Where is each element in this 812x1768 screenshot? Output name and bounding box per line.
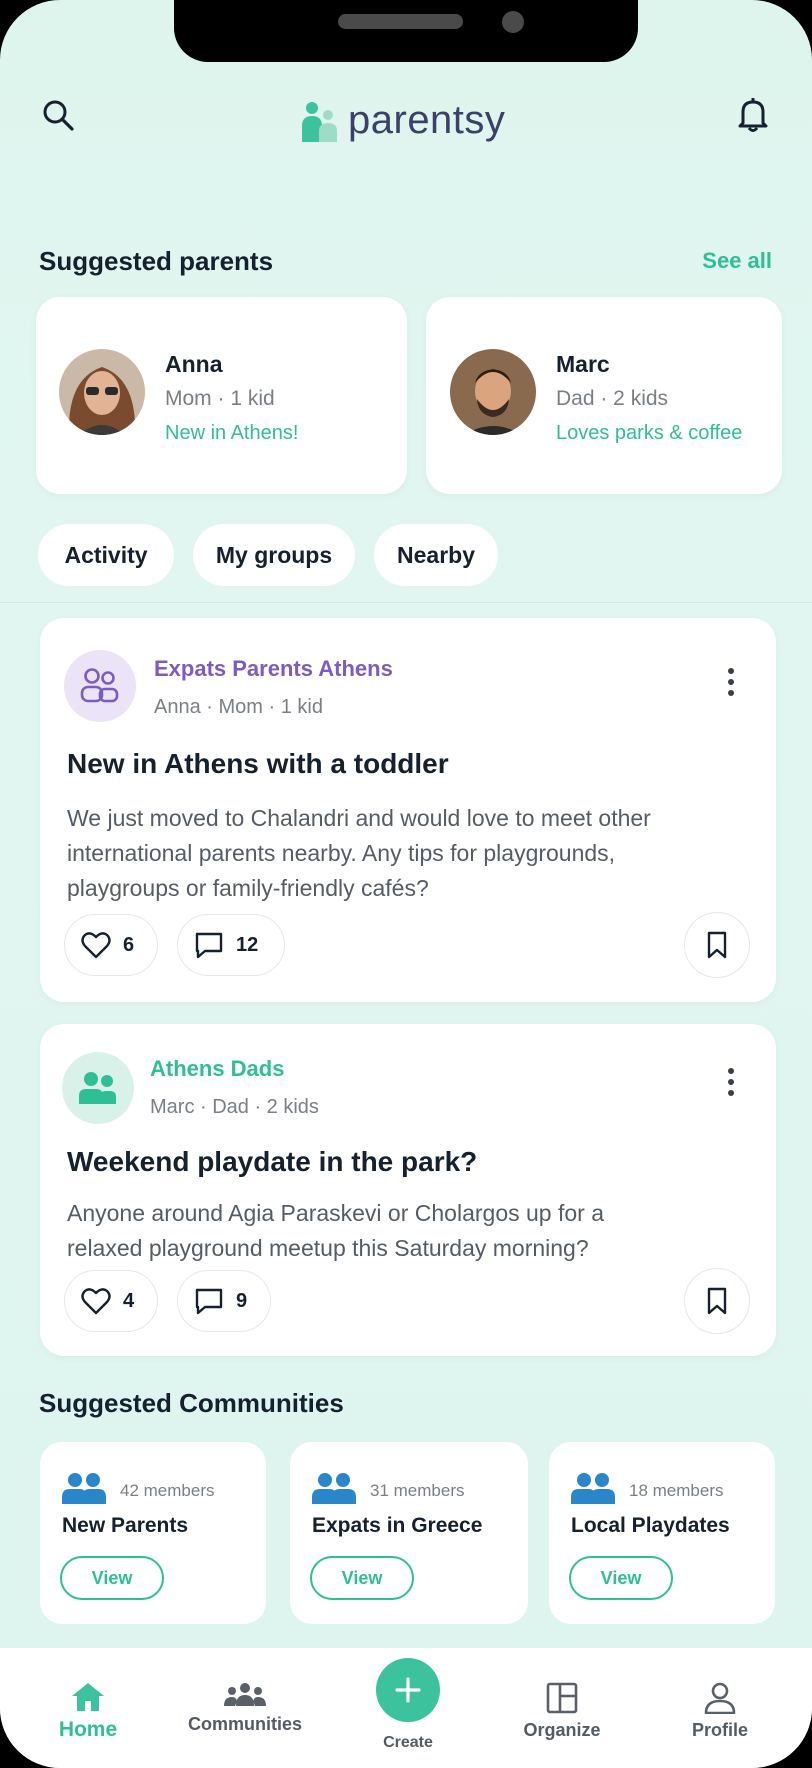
search-icon[interactable] xyxy=(33,90,83,140)
parent-meta: Dad · 2 kids xyxy=(556,387,669,410)
group-icon xyxy=(64,650,136,722)
post-body: We just moved to Chalandri and would lov… xyxy=(67,805,651,901)
chip-my-groups[interactable]: My groups xyxy=(193,524,355,586)
home-icon xyxy=(72,1683,104,1711)
bookmark-icon[interactable] xyxy=(684,912,750,978)
create-button[interactable] xyxy=(376,1658,440,1722)
nav-label: Home xyxy=(58,1718,118,1741)
speaker xyxy=(338,14,463,29)
people-icon xyxy=(224,1683,266,1706)
community-name: New Parents xyxy=(62,1514,189,1537)
heart-icon xyxy=(81,932,111,959)
community-name: Expats in Greece xyxy=(312,1514,483,1537)
post-card: Athens Dads Marc · Dad · 2 kids Weekend … xyxy=(40,1024,776,1356)
view-button[interactable]: View xyxy=(569,1556,673,1600)
camera xyxy=(502,11,524,33)
post-author: Marc · Dad · 2 kids xyxy=(150,1096,319,1118)
like-button[interactable]: 4 xyxy=(64,1270,158,1332)
post-title: Weekend playdate in the park? xyxy=(67,1146,478,1177)
group-name[interactable]: Athens Dads xyxy=(150,1056,284,1082)
community-name: Local Playdates xyxy=(571,1514,730,1537)
parent-name: Anna xyxy=(165,351,223,377)
see-all-link[interactable]: See all xyxy=(702,248,772,274)
bottom-nav: Home Communities Create Organize Profile xyxy=(0,1648,812,1768)
users-icon xyxy=(62,1473,106,1504)
like-count: 6 xyxy=(123,933,135,956)
users-icon xyxy=(79,1072,116,1104)
more-options-icon[interactable] xyxy=(716,662,746,702)
community-card: 18 members Local Playdates View xyxy=(549,1442,775,1624)
post-author: Anna · Mom · 1 kid xyxy=(154,696,323,718)
users-icon xyxy=(571,1473,615,1504)
nav-communities[interactable]: Communities xyxy=(184,1682,306,1768)
avatar xyxy=(450,349,536,435)
brand-name: parentsy xyxy=(348,98,506,142)
parent-tag: Loves parks & coffee xyxy=(556,422,743,444)
layout-icon xyxy=(546,1682,578,1714)
community-card: 42 members New Parents View xyxy=(40,1442,266,1624)
group-icon xyxy=(62,1052,134,1124)
comment-icon xyxy=(195,932,223,959)
suggested-communities-title: Suggested Communities xyxy=(39,1388,344,1418)
like-count: 4 xyxy=(123,1289,135,1312)
bell-icon[interactable] xyxy=(728,90,778,140)
more-options-icon[interactable] xyxy=(716,1062,746,1102)
nav-profile[interactable]: Profile xyxy=(680,1682,760,1768)
post-body: Anyone around Agia Paraskevi or Cholargo… xyxy=(67,1200,604,1261)
parent-card-marc[interactable]: Marc Dad · 2 kids Loves parks & coffee xyxy=(426,297,782,494)
phone-screen: parentsy Suggested parents See all Anna … xyxy=(0,0,812,1768)
notch xyxy=(174,0,638,62)
view-button[interactable]: View xyxy=(310,1556,414,1600)
community-card: 31 members Expats in Greece View xyxy=(290,1442,528,1624)
parent-name: Marc xyxy=(556,351,610,377)
parent-tag: New in Athens! xyxy=(165,422,299,444)
nav-organize[interactable]: Organize xyxy=(512,1682,612,1768)
nav-label: Communities xyxy=(187,1714,302,1734)
nav-label: Create xyxy=(383,1734,433,1751)
like-button[interactable]: 6 xyxy=(64,914,158,976)
top-bar: parentsy xyxy=(0,90,812,150)
member-count: 18 members xyxy=(629,1481,724,1500)
comment-count: 9 xyxy=(236,1289,248,1312)
comment-count: 12 xyxy=(236,933,259,956)
comment-button[interactable]: 9 xyxy=(177,1270,271,1332)
user-icon xyxy=(704,1682,736,1714)
divider xyxy=(0,602,812,603)
post-card: Expats Parents Athens Anna · Mom · 1 kid… xyxy=(40,618,776,1002)
member-count: 31 members xyxy=(370,1481,465,1500)
logo-icon xyxy=(302,101,337,142)
nav-label: Organize xyxy=(523,1720,601,1740)
member-count: 42 members xyxy=(120,1481,215,1500)
group-name[interactable]: Expats Parents Athens xyxy=(154,656,393,682)
parent-card-anna[interactable]: Anna Mom · 1 kid New in Athens! xyxy=(36,297,407,494)
bookmark-icon[interactable] xyxy=(684,1268,750,1334)
heart-icon xyxy=(81,1288,111,1315)
chip-activity[interactable]: Activity xyxy=(38,524,174,586)
plus-icon xyxy=(395,1677,421,1703)
view-button[interactable]: View xyxy=(60,1556,164,1600)
brand-logo: parentsy xyxy=(300,98,505,143)
post-title: New in Athens with a toddler xyxy=(67,748,449,779)
nav-label: Profile xyxy=(691,1720,748,1740)
nav-create[interactable]: Create xyxy=(368,1734,448,1768)
parent-meta: Mom · 1 kid xyxy=(165,387,275,410)
comment-icon xyxy=(195,1288,223,1315)
nav-home[interactable]: Home xyxy=(48,1682,128,1768)
chip-nearby[interactable]: Nearby xyxy=(374,524,498,586)
suggested-parents-title: Suggested parents xyxy=(39,246,274,276)
users-outline-icon xyxy=(80,668,119,703)
users-icon xyxy=(312,1473,356,1504)
avatar xyxy=(59,349,145,435)
comment-button[interactable]: 12 xyxy=(177,914,285,976)
